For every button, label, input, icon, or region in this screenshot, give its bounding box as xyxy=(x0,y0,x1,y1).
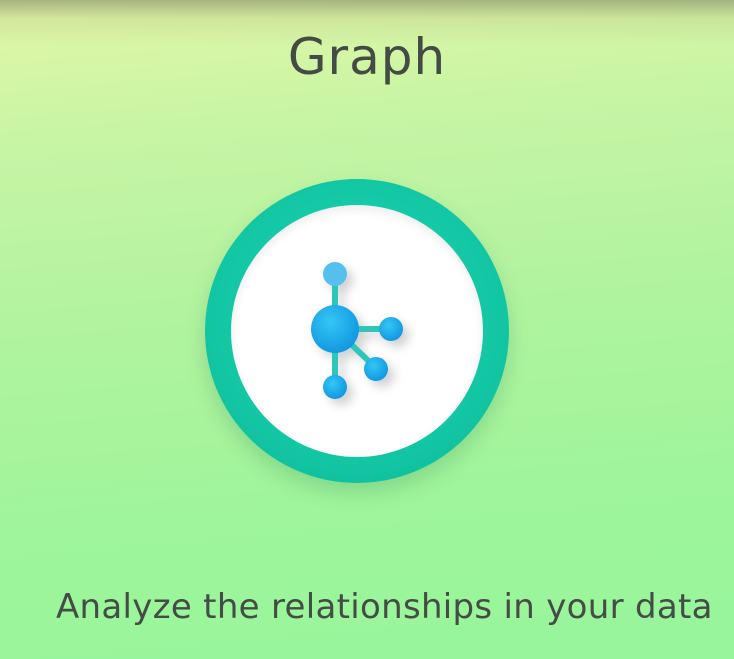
graph-network-icon xyxy=(311,262,403,399)
page-title: Graph xyxy=(287,28,447,86)
icon-circle xyxy=(231,205,483,457)
feature-description: Analyze the relationships in your data xyxy=(56,587,713,627)
graph-feature-button[interactable] xyxy=(205,179,509,483)
